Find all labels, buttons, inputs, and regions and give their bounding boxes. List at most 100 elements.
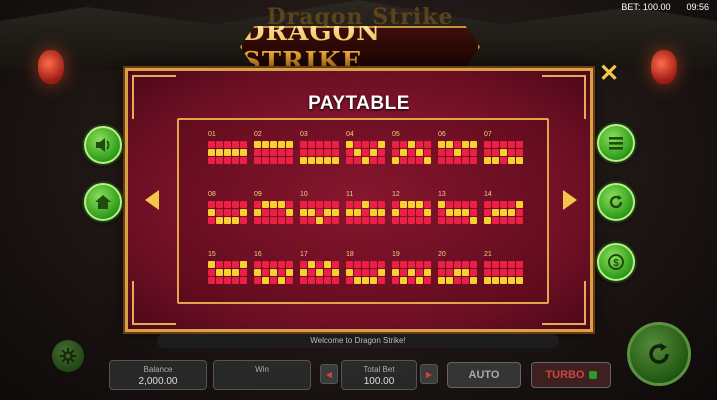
payline-square	[308, 201, 315, 208]
payline-pattern	[392, 201, 432, 224]
turbo-button[interactable]: TURBO	[531, 362, 611, 388]
close-icon[interactable]: ✕	[599, 62, 619, 86]
payline-square-active	[278, 277, 285, 284]
payline-11: 11	[346, 190, 386, 224]
payline-square	[500, 141, 507, 148]
payline-square-active	[370, 277, 377, 284]
payline-square-active	[354, 209, 361, 216]
sound-button[interactable]	[84, 126, 122, 164]
payline-pattern	[392, 261, 432, 284]
payline-square	[300, 217, 307, 224]
payline-square	[392, 141, 399, 148]
payline-square	[362, 217, 369, 224]
payline-square	[254, 201, 261, 208]
payline-square	[240, 269, 247, 276]
payline-square	[286, 157, 293, 164]
payline-square	[446, 217, 453, 224]
payline-square-active	[446, 209, 453, 216]
payline-square-active	[300, 157, 307, 164]
payline-square-active	[516, 277, 523, 284]
refresh-button[interactable]	[597, 183, 635, 221]
payline-square-active	[224, 149, 231, 156]
payline-square	[362, 149, 369, 156]
payline-square	[370, 269, 377, 276]
payline-square-active	[370, 209, 377, 216]
payline-square-active	[308, 261, 315, 268]
payline-square	[240, 277, 247, 284]
payline-square-active	[362, 201, 369, 208]
payline-square	[232, 209, 239, 216]
payline-square	[454, 277, 461, 284]
payline-square	[262, 269, 269, 276]
payline-square	[400, 261, 407, 268]
payline-number: 14	[484, 191, 492, 198]
payline-square	[240, 217, 247, 224]
payline-square	[262, 149, 269, 156]
payline-square	[408, 157, 415, 164]
payline-square	[454, 141, 461, 148]
payline-square	[216, 209, 223, 216]
payline-square	[454, 157, 461, 164]
payline-07: 07	[484, 130, 524, 164]
payline-square-active	[470, 217, 477, 224]
payline-number: 13	[438, 191, 446, 198]
coin-button[interactable]: $	[597, 243, 635, 281]
payline-18: 18	[346, 250, 386, 284]
payline-square-active	[378, 209, 385, 216]
lantern-right	[651, 50, 677, 84]
payline-square-active	[438, 201, 445, 208]
payline-square	[492, 149, 499, 156]
payline-square	[354, 201, 361, 208]
payline-square	[332, 217, 339, 224]
decrease-bet-button[interactable]: ◀	[320, 364, 338, 384]
payline-square	[508, 149, 515, 156]
home-button[interactable]	[84, 183, 122, 221]
payline-square-active	[454, 209, 461, 216]
payline-square	[492, 201, 499, 208]
payline-square	[346, 201, 353, 208]
payline-square	[224, 201, 231, 208]
payline-square	[508, 217, 515, 224]
balance-label: Balance	[143, 365, 173, 374]
payline-square	[232, 157, 239, 164]
settings-button[interactable]	[52, 340, 84, 372]
payline-square	[324, 217, 331, 224]
payline-square	[278, 209, 285, 216]
payline-square	[316, 277, 323, 284]
payline-08: 08	[208, 190, 248, 224]
increase-bet-button[interactable]: ▶	[420, 364, 438, 384]
payline-square-active	[346, 209, 353, 216]
payline-01: 01	[208, 130, 248, 164]
next-page-arrow-icon[interactable]	[563, 190, 577, 210]
payline-pattern	[208, 141, 248, 164]
payline-square-active	[286, 141, 293, 148]
payline-square	[516, 261, 523, 268]
payline-square-active	[492, 277, 499, 284]
payline-15: 15	[208, 250, 248, 284]
menu-button[interactable]	[597, 124, 635, 162]
payline-square	[400, 157, 407, 164]
payline-square-active	[324, 209, 331, 216]
payline-square	[240, 157, 247, 164]
paylines-grid: 01 02 03 04 05 06 07 08 09 10 11 12 13 14 15 16 17 18 19 20…	[177, 118, 549, 304]
auto-button[interactable]: AUTO	[447, 362, 521, 388]
prev-page-arrow-icon[interactable]	[145, 190, 159, 210]
payline-square	[500, 269, 507, 276]
payline-square	[346, 261, 353, 268]
payline-square	[270, 277, 277, 284]
spin-button[interactable]	[627, 322, 691, 386]
payline-square	[208, 141, 215, 148]
payline-square-active	[392, 209, 399, 216]
payline-square	[232, 141, 239, 148]
payline-square-active	[408, 141, 415, 148]
payline-square	[416, 157, 423, 164]
payline-pattern	[438, 201, 478, 224]
payline-square-active	[224, 269, 231, 276]
payline-square-active	[416, 277, 423, 284]
payline-square	[492, 141, 499, 148]
payline-pattern	[208, 201, 248, 224]
payline-square-active	[416, 149, 423, 156]
payline-square	[324, 201, 331, 208]
payline-21: 21	[484, 250, 524, 284]
payline-square-active	[316, 269, 323, 276]
